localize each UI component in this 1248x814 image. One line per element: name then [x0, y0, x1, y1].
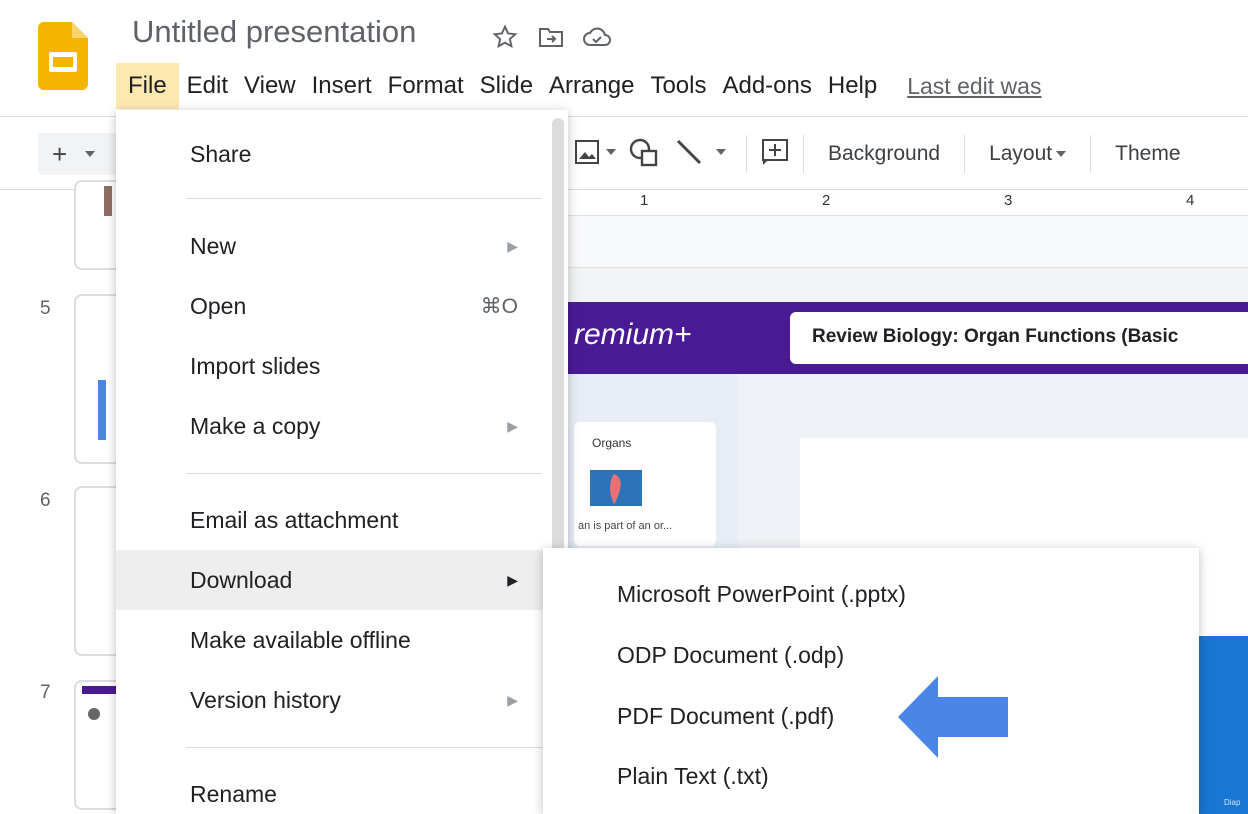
theme-button[interactable]: Theme [1105, 142, 1190, 166]
toolbar-divider [746, 135, 747, 173]
menu-addons[interactable]: Add-ons [714, 63, 819, 109]
document-title[interactable]: Untitled presentation [132, 14, 416, 50]
submenu-arrow-icon: ▶ [507, 237, 518, 254]
menu-rename[interactable]: Rename [116, 764, 546, 814]
menu-share-label: Share [190, 140, 252, 167]
chevron-down-icon [85, 151, 96, 157]
slide-number: 7 [40, 682, 51, 703]
menu-arrange[interactable]: Arrange [541, 63, 642, 109]
menu-help[interactable]: Help [820, 63, 885, 109]
canvas-band [566, 216, 1248, 268]
last-edit-link[interactable]: Last edit was [907, 73, 1041, 100]
submenu-arrow-icon: ▶ [507, 691, 518, 708]
menu-make-offline[interactable]: Make available offline [116, 610, 546, 670]
ruler-mark: 1 [640, 192, 649, 209]
menu-rename-label: Rename [190, 780, 277, 807]
submenu-arrow-icon: ▶ [507, 571, 518, 588]
menu-email-label: Email as attachment [190, 506, 399, 533]
menu-divider [186, 473, 542, 474]
download-odp[interactable]: ODP Document (.odp) [543, 625, 1199, 685]
menu-insert[interactable]: Insert [304, 63, 380, 109]
cloud-status-icon[interactable] [582, 22, 612, 52]
menu-edit[interactable]: Edit [179, 63, 236, 109]
menu-slide[interactable]: Slide [472, 63, 541, 109]
file-menu: Share New ▶ Open ⌘O Import slides Make a… [116, 110, 568, 814]
download-odp-label: ODP Document (.odp) [617, 641, 845, 668]
shortcut-label: ⌘O [480, 294, 518, 318]
menu-new[interactable]: New ▶ [116, 216, 546, 276]
menu-copy-label: Make a copy [190, 412, 321, 439]
menu-offline-label: Make available offline [190, 626, 411, 653]
chevron-down-icon [1056, 151, 1067, 157]
menu-import-slides[interactable]: Import slides [116, 336, 546, 396]
comment-icon[interactable] [761, 138, 789, 171]
ruler-mark: 4 [1186, 192, 1195, 209]
shape-icon[interactable] [628, 137, 662, 172]
ruler-mark: 3 [1004, 192, 1013, 209]
slide-number: 5 [40, 298, 51, 319]
thumbnail-content [104, 186, 112, 216]
menu-file[interactable]: File [116, 63, 179, 109]
slide-filmstrip: 5 6 7 [0, 180, 134, 814]
menu-version-label: Version history [190, 686, 341, 713]
menu-open-label: Open [190, 292, 247, 319]
download-submenu: Microsoft PowerPoint (.pptx) ODP Documen… [543, 548, 1199, 814]
line-icon[interactable] [672, 137, 732, 172]
menu-import-label: Import slides [190, 352, 321, 379]
organs-card[interactable]: Organs an is part of an or... [574, 422, 716, 546]
download-txt-label: Plain Text (.txt) [617, 762, 769, 789]
organs-card-title: Organs [592, 436, 632, 450]
corner-tag: Diap [1224, 798, 1241, 807]
new-slide-button[interactable]: + [38, 133, 118, 175]
thumbnail-content [98, 380, 106, 440]
download-pptx[interactable]: Microsoft PowerPoint (.pptx) [543, 564, 1199, 624]
ruler-mark: 2 [822, 192, 831, 209]
organs-image [590, 470, 642, 506]
lesson-title: Review Biology: Organ Functions (Basic [790, 312, 1248, 364]
menu-tools[interactable]: Tools [642, 63, 714, 109]
menu-download[interactable]: Download ▶ [116, 550, 546, 610]
layout-label: Layout [989, 142, 1053, 165]
menu-open[interactable]: Open ⌘O [116, 276, 546, 336]
download-pptx-label: Microsoft PowerPoint (.pptx) [617, 580, 906, 607]
toolbar-divider [964, 135, 966, 173]
submenu-arrow-icon: ▶ [507, 417, 518, 434]
star-icon[interactable] [490, 22, 520, 52]
slides-logo[interactable] [38, 22, 88, 90]
menu-email-attachment[interactable]: Email as attachment [116, 490, 546, 550]
menu-new-label: New [190, 232, 237, 259]
menu-format[interactable]: Format [380, 63, 472, 109]
background-button[interactable]: Background [818, 142, 950, 166]
thumbnail-content [88, 708, 100, 720]
toolbar-divider [803, 135, 804, 173]
layout-button[interactable]: Layout [979, 142, 1076, 166]
horizontal-ruler: 1 2 3 4 [566, 190, 1248, 216]
menu-share[interactable]: Share [116, 124, 546, 184]
menu-version-history[interactable]: Version history ▶ [116, 670, 546, 730]
image-icon[interactable] [574, 139, 618, 170]
menu-download-label: Download [190, 566, 293, 593]
menu-make-copy[interactable]: Make a copy ▶ [116, 396, 546, 456]
download-pdf[interactable]: PDF Document (.pdf) [543, 686, 1199, 746]
slide-blue-panel [1198, 636, 1248, 814]
slide-number: 6 [40, 490, 51, 511]
menu-divider [186, 198, 542, 199]
pointer-arrow-icon [898, 676, 1008, 758]
move-to-folder-icon[interactable] [536, 22, 566, 52]
toolbar-divider [1090, 135, 1092, 173]
download-txt[interactable]: Plain Text (.txt) [543, 746, 1199, 806]
download-pdf-label: PDF Document (.pdf) [617, 702, 835, 729]
menu-scrollbar[interactable] [552, 118, 564, 558]
menu-bar: File Edit View Insert Format Slide Arran… [116, 62, 1041, 110]
menu-divider [186, 747, 542, 748]
plus-icon: + [52, 138, 68, 169]
brand-text: remium+ [574, 318, 692, 351]
menu-view[interactable]: View [236, 63, 304, 109]
organs-card-caption: an is part of an or... [578, 520, 673, 532]
